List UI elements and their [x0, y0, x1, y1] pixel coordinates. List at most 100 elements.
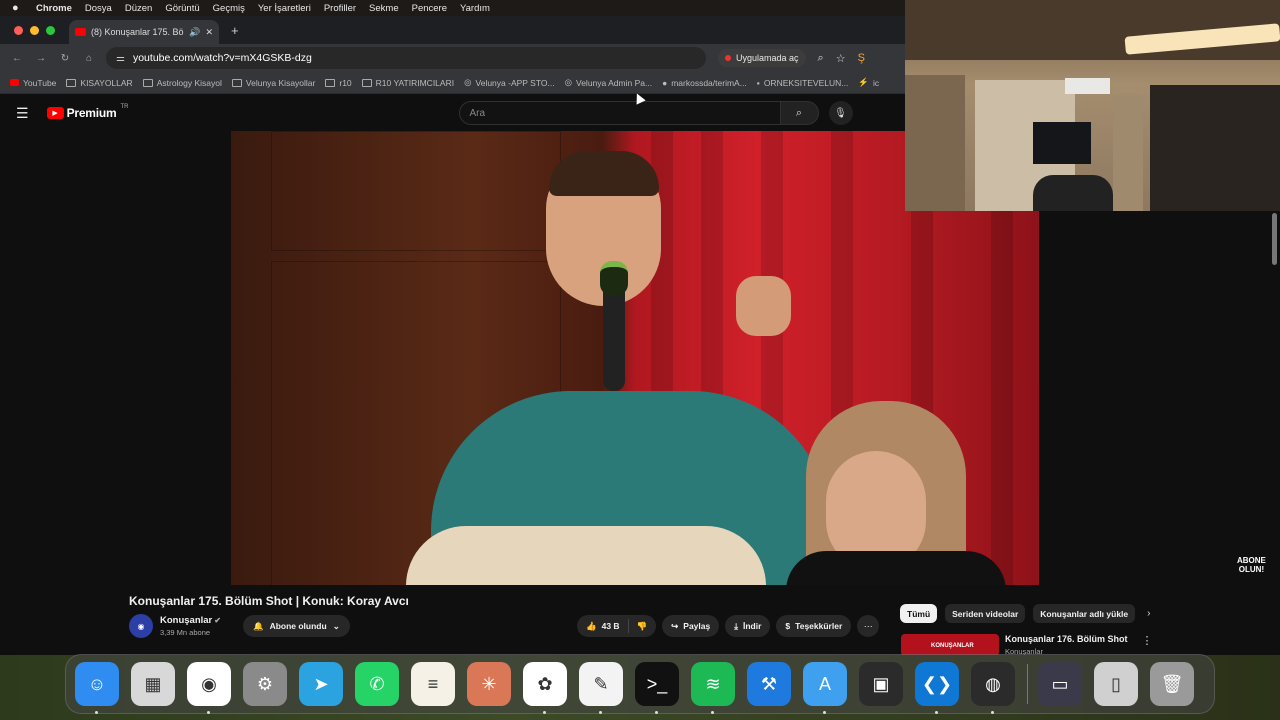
like-count[interactable]: 43 B	[602, 621, 620, 631]
voice-search-button[interactable]: 🎙	[828, 101, 853, 125]
menu-profiller[interactable]: Profiller	[324, 3, 356, 14]
running-indicator	[935, 711, 938, 714]
dock-textedit-icon[interactable]: ✎	[579, 662, 623, 714]
close-window-button[interactable]	[14, 25, 23, 35]
dock-simulator-icon[interactable]: A	[803, 662, 847, 714]
bookmark-label: r10	[339, 77, 352, 88]
back-icon[interactable]: ←	[10, 53, 24, 64]
menu-dosya[interactable]: Dosya	[85, 3, 112, 14]
dock-finder-icon[interactable]: ☺	[75, 662, 119, 714]
dock-whatsapp-icon[interactable]: ✆	[355, 662, 399, 706]
like-button[interactable]: 👍	[586, 621, 597, 632]
youtube-premium-logo[interactable]: ▶ Premium TR	[46, 104, 129, 120]
recommended-thumbnail[interactable]: KONUŞANLAR	[901, 634, 999, 656]
dock-notes-icon[interactable]: ≡	[411, 662, 455, 706]
dock-chrome-icon[interactable]: ◉	[187, 662, 231, 714]
dock-telegram-icon[interactable]: ➤	[299, 662, 343, 706]
kebab-menu-icon[interactable]: ⋮	[1142, 634, 1153, 656]
download-button[interactable]: ⤓ İndir	[725, 615, 771, 637]
dock-recent-window-icon[interactable]: ▭	[1038, 662, 1082, 706]
channel-row: ◉ Konuşanlar ✔ 3,39 Mn abone 🔔 Abone olun…	[129, 614, 350, 638]
dock-vscode-icon[interactable]: ❮❯	[915, 662, 959, 714]
chevron-right-icon[interactable]: ›	[1147, 608, 1150, 619]
menu-sekme[interactable]: Sekme	[369, 3, 399, 14]
chip-channel[interactable]: Konuşanlar adlı yükle	[1033, 604, 1136, 623]
divider	[627, 619, 629, 633]
bookmark-folder[interactable]: Astrology Kisayol	[142, 77, 222, 88]
bookmark-label: Astrology Kisayol	[156, 77, 222, 88]
thanks-button[interactable]: $ Teşekkürler	[776, 615, 852, 637]
menu-gecmis[interactable]: Geçmiş	[213, 3, 245, 14]
speaker-pants	[406, 526, 766, 585]
menu-icon[interactable]: ☰	[16, 105, 29, 122]
page-scrollbar[interactable]	[1272, 213, 1277, 265]
dock-xcode-icon[interactable]: ⚒	[747, 662, 791, 706]
menu-duzen[interactable]: Düzen	[125, 3, 152, 14]
tab-close-icon[interactable]: ✕	[205, 27, 213, 38]
channel-name[interactable]: Konuşanlar	[160, 615, 212, 626]
more-actions-button[interactable]: ···	[857, 615, 880, 637]
subscribed-button[interactable]: 🔔 Abone olundu ⌄	[242, 615, 350, 637]
bookmark-folder[interactable]: KISAYOLLAR	[66, 78, 133, 88]
bookmark-label: Velunya -APP STO...	[475, 77, 555, 88]
dislike-button[interactable]: 👎	[637, 621, 648, 632]
dock-system-settings-icon[interactable]: ⚙	[243, 662, 287, 706]
search-button[interactable]: ⌕	[780, 101, 819, 125]
dock-launchpad-icon[interactable]: ▦	[131, 662, 175, 706]
bookmark-folder[interactable]: r10	[325, 77, 352, 88]
bookmark-link[interactable]: ⚡ ic	[858, 77, 879, 88]
recommended-video[interactable]: KONUŞANLAR Konuşanlar 176. Bölüm Shot Ko…	[901, 634, 1153, 656]
dock-chatgpt-icon[interactable]: ✿	[523, 662, 567, 714]
apple-icon[interactable]: ●	[12, 2, 26, 14]
zoom-icon[interactable]: ⌕	[818, 52, 824, 65]
running-indicator	[599, 711, 602, 714]
menu-goruntu[interactable]: Görüntü	[165, 3, 199, 14]
speaker-icon[interactable]: 🔊	[189, 27, 200, 38]
search-input[interactable]: Ara	[458, 101, 781, 125]
dock-obs-icon[interactable]: ◍	[971, 662, 1015, 714]
microphone-head	[600, 261, 628, 296]
bookmarks-bar: YouTube KISAYOLLAR Astrology Kisayol Vel…	[0, 72, 905, 94]
air-conditioner	[1065, 78, 1110, 94]
dock-terminal-icon[interactable]: >_	[635, 662, 679, 714]
bookmark-folder[interactable]: R10 YATIRIMCILARI	[361, 77, 455, 88]
bookmark-star-icon[interactable]: ☆	[836, 52, 846, 65]
open-in-app-button[interactable]: Uygulamada aç	[718, 49, 806, 67]
subscribe-watermark: ABONE OLUN!	[1237, 556, 1266, 574]
share-button[interactable]: ↪ Paylaş	[662, 615, 720, 637]
address-bar[interactable]: ⚌ youtube.com/watch?v=mX4GSKB-dzg	[106, 47, 706, 69]
menu-pencere[interactable]: Pencere	[412, 3, 447, 14]
channel-avatar[interactable]: ◉	[129, 614, 153, 638]
site-info-icon[interactable]: ⚌	[116, 53, 125, 64]
bookmark-link[interactable]: ▪ ORNEKSITEVELUN...	[757, 78, 849, 88]
extension-icon[interactable]: Ş	[858, 52, 865, 64]
home-icon[interactable]: ⌂	[82, 53, 96, 64]
bookmark-youtube[interactable]: YouTube	[10, 78, 56, 88]
browser-tab-youtube[interactable]: (8) Konuşanlar 175. Bölüm 🔊 ✕	[69, 20, 219, 44]
more-icon: ···	[863, 621, 873, 631]
bookmark-link[interactable]: ◎ Velunya -APP STO...	[464, 77, 554, 88]
dock-trash-icon[interactable]: 🗑	[1150, 662, 1194, 706]
new-tab-button[interactable]: +	[231, 23, 239, 38]
dock-recent-doc-icon[interactable]: ▯	[1094, 662, 1138, 706]
dock-android-studio-icon[interactable]: ▣	[859, 662, 903, 706]
youtube-icon	[10, 79, 19, 86]
bookmark-link[interactable]: ◎ Velunya Admin Pa...	[565, 77, 653, 88]
bookmark-folder[interactable]: Velunya Kisayollar	[231, 78, 315, 88]
recommended-title[interactable]: Konuşanlar 176. Bölüm Shot	[1005, 634, 1128, 644]
bookmark-link[interactable]: ● markossda/terimA...	[662, 78, 747, 88]
forward-icon[interactable]: →	[34, 53, 48, 64]
menu-yer-isaretleri[interactable]: Yer İşaretleri	[258, 3, 311, 14]
chip-series[interactable]: Seriden videolar	[945, 604, 1026, 623]
video-title: Konuşanlar 175. Bölüm Shot | Konuk: Kora…	[129, 594, 409, 608]
dock-claude-icon[interactable]: ✳	[467, 662, 511, 706]
minimize-window-button[interactable]	[30, 25, 39, 35]
recommended-info: Konuşanlar 176. Bölüm Shot Konuşanlar	[1005, 634, 1128, 656]
dock-spotify-icon[interactable]: ≋	[691, 662, 735, 714]
chip-all[interactable]: Tümü	[900, 604, 938, 623]
zoom-window-button[interactable]	[46, 25, 55, 35]
menu-yardim[interactable]: Yardım	[460, 3, 490, 14]
bookmark-label: R10 YATIRIMCILARI	[375, 77, 455, 88]
menu-app-chrome[interactable]: Chrome	[36, 3, 72, 14]
reload-icon[interactable]: ↻	[58, 53, 72, 64]
